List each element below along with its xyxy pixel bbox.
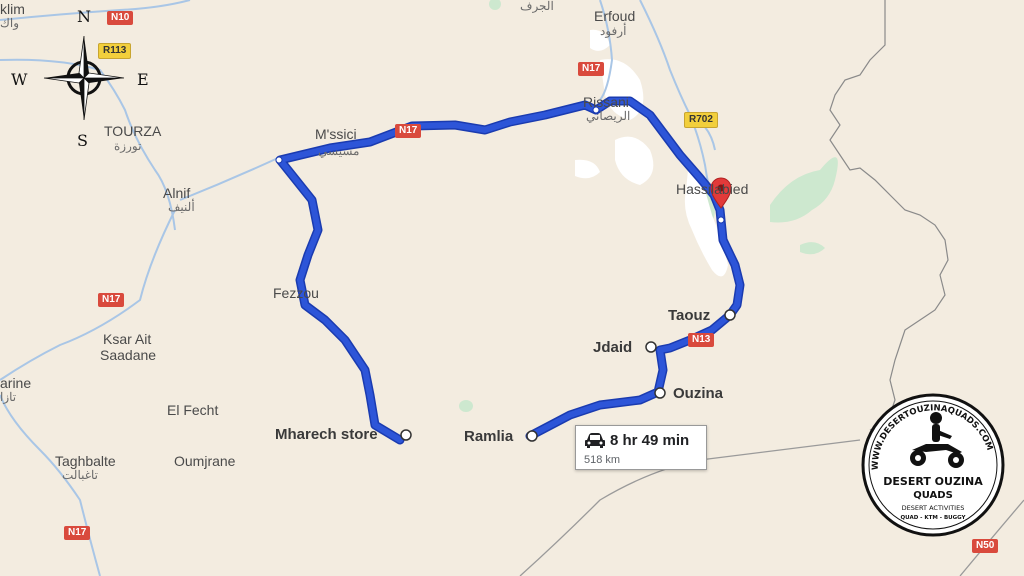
place-alnif[interactable]: Alnif — [163, 186, 190, 200]
car-icon — [585, 433, 605, 448]
place-mssici[interactable]: M'ssici — [315, 127, 357, 141]
compass-north-label: N — [77, 7, 91, 26]
place-klim-arabic: واك — [0, 16, 20, 30]
place-el-fecht[interactable]: El Fecht — [167, 403, 218, 417]
route-duration: 8 hr 49 min — [610, 432, 690, 449]
green-area-east — [770, 157, 838, 223]
place-rissani-arabic: الريصاني — [586, 109, 631, 123]
place-jorf-arabic: الجرف — [520, 0, 554, 13]
road-shield-r113: R113 — [98, 43, 132, 59]
road-shield-n17-top: N17 — [578, 62, 605, 76]
stop-ouzina[interactable]: Ouzina — [673, 386, 723, 401]
place-mssici-arabic: مسيسي — [318, 144, 360, 158]
logo-name-line1: DESERT OUZINA — [883, 475, 983, 488]
stop-jdaid[interactable]: Jdaid — [593, 340, 632, 355]
waypoint-jdaid — [645, 341, 657, 353]
place-klim[interactable]: klim — [0, 2, 25, 16]
via-point-hassilabied — [717, 216, 725, 224]
road-shield-n17-bottom: N17 — [64, 526, 91, 540]
logo-badge: WWW.DESERTOUZINAQUADS.COM DESERT OUZINA … — [861, 393, 1005, 537]
green-patch-center — [459, 400, 473, 412]
waypoint-ramlia — [526, 430, 538, 442]
desert-ouzina-quads-logo: WWW.DESERTOUZINAQUADS.COM DESERT OUZINA … — [860, 392, 1006, 538]
logo-name-line2: QUADS — [913, 490, 953, 501]
road-n17-west — [179, 157, 279, 201]
compass-west-label: W — [11, 70, 28, 89]
place-taghbalte[interactable]: Taghbalte — [55, 454, 116, 468]
place-tazarine-arabic: تازا — [0, 390, 17, 404]
via-point-mssici — [275, 156, 283, 164]
place-tazarine[interactable]: arine — [0, 376, 31, 390]
place-tourza[interactable]: TOURZA — [104, 124, 161, 138]
stop-mharech-store[interactable]: Mharech store — [275, 427, 378, 442]
place-ksar-ait-saadane-line1[interactable]: Ksar Ait — [103, 332, 151, 346]
place-fezzou[interactable]: Fezzou — [273, 286, 319, 300]
dune-area-small — [575, 159, 600, 179]
logo-tagline: DESERT ACTIVITIES — [902, 504, 965, 512]
route-distance: 518 km — [584, 454, 621, 466]
green-area-east-small — [800, 242, 825, 255]
waypoint-ouzina — [654, 387, 666, 399]
place-hassilabied[interactable]: Hassilabied — [676, 182, 748, 196]
stop-ramlia[interactable]: Ramlia — [464, 429, 513, 444]
place-tourza-arabic: تورزة — [114, 139, 142, 153]
road-shield-n50: N50 — [972, 539, 999, 553]
border-line — [829, 0, 949, 431]
map-view[interactable]: N S W E klim واك Erfoud أرفود الجرف TOUR… — [0, 0, 1024, 576]
place-ksar-ait-saadane-line2[interactable]: Saadane — [100, 348, 156, 362]
place-alnif-arabic: ألنيف — [168, 200, 195, 214]
green-patch-north — [489, 0, 501, 10]
place-oumjrane[interactable]: Oumjrane — [174, 454, 235, 468]
waypoint-taouz — [724, 309, 736, 321]
road-left-south — [0, 394, 101, 576]
compass-east-label: E — [137, 70, 149, 89]
road-shield-n17-left: N17 — [98, 293, 125, 307]
place-erfoud-arabic: أرفود — [600, 24, 627, 38]
place-erfoud[interactable]: Erfoud — [594, 9, 635, 23]
road-shield-n17-route: N17 — [395, 124, 422, 138]
route-info-box[interactable]: 8 hr 49 min 518 km — [575, 425, 707, 470]
road-north-west — [0, 0, 191, 21]
stop-taouz[interactable]: Taouz — [668, 308, 710, 323]
place-rissani[interactable]: Rissani — [583, 95, 629, 109]
dune-area-mid — [615, 136, 654, 185]
road-shield-n13: N13 — [688, 333, 715, 347]
waypoint-mharech — [400, 429, 412, 441]
road-shield-r702: R702 — [684, 112, 718, 128]
logo-services: QUAD - KTM - BUGGY — [900, 515, 966, 521]
road-shield-n10: N10 — [107, 11, 134, 25]
compass-south-label: S — [77, 131, 88, 150]
place-taghbalte-arabic: تاغبالت — [62, 468, 98, 482]
